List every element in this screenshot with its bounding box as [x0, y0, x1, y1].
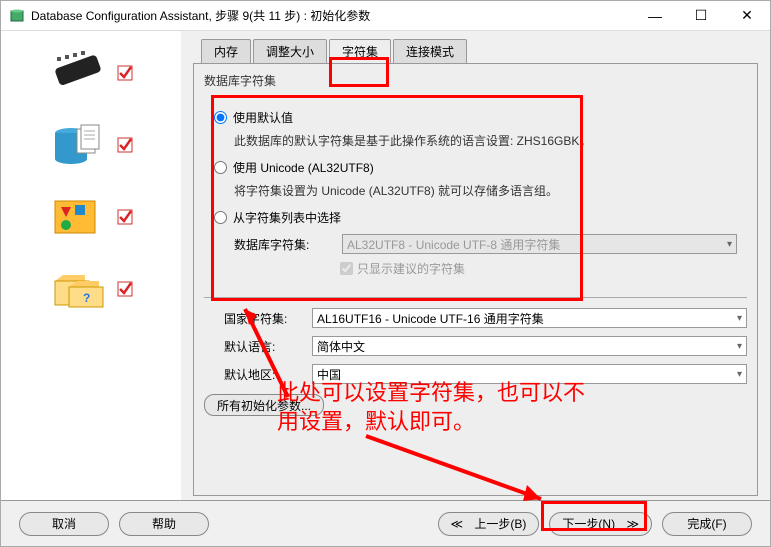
radio-use-default[interactable]: 使用默认值: [214, 109, 737, 126]
national-charset-select[interactable]: AL16UTF16 - Unicode UTF-16 通用字符集 ▾: [312, 308, 747, 328]
chevron-right-icon: ≫: [626, 517, 639, 531]
radio-use-default-label: 使用默认值: [233, 109, 293, 126]
step-icon-2: [49, 123, 133, 167]
step-icon-3: [49, 195, 133, 239]
db-charset-label: 数据库字符集:: [234, 236, 334, 253]
tab-connection-mode[interactable]: 连接模式: [393, 39, 467, 63]
chevron-left-icon: ≪: [451, 517, 464, 531]
tab-charset[interactable]: 字符集: [329, 39, 391, 63]
chevron-down-icon: ▾: [737, 369, 742, 380]
chevron-down-icon: ▾: [737, 313, 742, 324]
default-language-select[interactable]: 简体中文 ▾: [312, 336, 747, 356]
window-title: Database Configuration Assistant, 步骤 9(共…: [31, 7, 632, 24]
step-icon-4: ?: [49, 267, 133, 311]
main-panel: 内存 调整大小 字符集 连接模式 数据库字符集 使用默认值 此数据库的默认字符集…: [181, 31, 770, 500]
default-region-value: 中国: [317, 366, 341, 383]
national-charset-value: AL16UTF16 - Unicode UTF-16 通用字符集: [317, 310, 544, 327]
db-charset-select: AL32UTF8 - Unicode UTF-8 通用字符集 ▾: [342, 234, 737, 254]
radio-choose-from-list-input[interactable]: [214, 211, 227, 224]
db-charset-value: AL32UTF8 - Unicode UTF-8 通用字符集: [347, 236, 560, 253]
recommended-only-label: 只显示建议的字符集: [357, 260, 465, 277]
finish-button[interactable]: 完成(F): [662, 512, 752, 536]
radio-use-default-desc: 此数据库的默认字符集是基于此操作系统的语言设置: ZHS16GBK。: [234, 132, 737, 149]
minimize-button[interactable]: —: [632, 1, 678, 31]
tab-sizing[interactable]: 调整大小: [253, 39, 327, 63]
default-region-label: 默认地区:: [224, 366, 304, 383]
svg-text:?: ?: [83, 291, 90, 305]
default-region-select[interactable]: 中国 ▾: [312, 364, 747, 384]
tab-memory[interactable]: 内存: [201, 39, 251, 63]
default-language-value: 简体中文: [317, 338, 365, 355]
radio-use-unicode-input[interactable]: [214, 161, 227, 174]
app-icon: [9, 8, 25, 24]
default-language-label: 默认语言:: [224, 338, 304, 355]
radio-use-unicode[interactable]: 使用 Unicode (AL32UTF8): [214, 159, 737, 176]
charset-tab-panel: 数据库字符集 使用默认值 此数据库的默认字符集是基于此操作系统的语言设置: ZH…: [193, 63, 758, 496]
national-charset-label: 国家字符集:: [224, 310, 304, 327]
step-icon-1: [49, 51, 133, 95]
radio-use-unicode-desc: 将字符集设置为 Unicode (AL32UTF8) 就可以存储多语言组。: [234, 182, 737, 199]
close-button[interactable]: ✕: [724, 1, 770, 31]
cancel-button[interactable]: 取消: [19, 512, 109, 536]
radio-use-unicode-label: 使用 Unicode (AL32UTF8): [233, 159, 374, 176]
radio-choose-from-list-label: 从字符集列表中选择: [233, 209, 341, 226]
configuration-assistant-window: Database Configuration Assistant, 步骤 9(共…: [0, 0, 771, 547]
radio-choose-from-list[interactable]: 从字符集列表中选择: [214, 209, 737, 226]
back-button[interactable]: ≪ 上一步(B): [438, 512, 540, 536]
wizard-steps-sidebar: ?: [1, 31, 181, 500]
chevron-down-icon: ▾: [737, 341, 742, 352]
all-init-params-button[interactable]: 所有初始化参数...: [204, 394, 324, 416]
wizard-footer: 取消 帮助 ≪ 上一步(B) 下一步(N) ≫ 完成(F): [1, 500, 770, 546]
recommended-only-checkbox: [340, 262, 353, 275]
radio-use-default-input[interactable]: [214, 111, 227, 124]
chevron-down-icon: ▾: [727, 239, 732, 250]
tabs: 内存 调整大小 字符集 连接模式: [193, 39, 758, 63]
next-button[interactable]: 下一步(N) ≫: [549, 512, 652, 536]
maximize-button[interactable]: ☐: [678, 1, 724, 31]
titlebar: Database Configuration Assistant, 步骤 9(共…: [1, 1, 770, 31]
charset-group-title: 数据库字符集: [204, 72, 747, 89]
help-button[interactable]: 帮助: [119, 512, 209, 536]
